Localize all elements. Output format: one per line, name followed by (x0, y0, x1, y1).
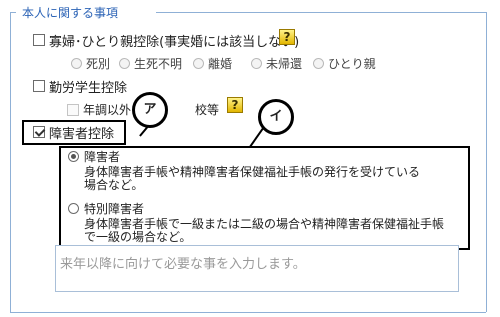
widow-help-icon[interactable]: ? (279, 29, 295, 45)
widow-option-label-1: 生死不明 (134, 57, 183, 71)
disability-deduction-label: 障害者控除 (49, 127, 115, 142)
callout-i-bubble: イ (258, 99, 294, 135)
widow-option-label-4: ひとり親 (328, 57, 376, 71)
disability-option-radio-1[interactable] (68, 203, 79, 214)
callout-a-bubble: ア (132, 92, 168, 128)
disability-option-desc-0-line2: 場合など。 (84, 178, 144, 192)
widow-option-radio-1[interactable] (119, 58, 130, 69)
disability-option-title-0: 障害者 (84, 150, 121, 164)
callout-i-pointer (249, 128, 264, 148)
widow-option-radio-2[interactable] (193, 58, 204, 69)
section-title: 本人に関する事項 (20, 4, 121, 21)
working-student-help-icon[interactable]: ? (227, 97, 243, 113)
disability-deduction-checkbox[interactable] (33, 126, 45, 138)
section-frame-top-right (156, 12, 486, 13)
widow-option-label-0: 死別 (86, 57, 111, 71)
working-student-checkbox[interactable] (33, 80, 45, 92)
working-student-sub-label-end: 校等 (195, 103, 220, 117)
working-student-sub-checkbox[interactable] (67, 104, 79, 116)
section-frame-right (486, 12, 487, 312)
working-student-sub-label-start: 年調以外 (83, 103, 132, 117)
section-frame-bottom (10, 312, 486, 313)
working-student-label: 勤労学生控除 (49, 81, 128, 96)
widow-option-radio-4[interactable] (313, 58, 324, 69)
widow-deduction-label: 寡婦･ひとり親控除(事実婚には該当しない) (49, 35, 300, 50)
widow-option-radio-3[interactable] (251, 58, 262, 69)
disability-option-title-1: 特別障害者 (84, 202, 145, 216)
widow-deduction-checkbox[interactable] (33, 34, 45, 46)
disability-option-desc-1-line2: で一級の場合など。 (84, 230, 192, 244)
widow-option-label-2: 離婚 (208, 57, 233, 71)
memo-textarea[interactable]: 来年以降に向けて必要な事を入力します。 (55, 245, 459, 292)
section-frame-left (10, 12, 11, 312)
widow-option-label-3: 未帰還 (266, 57, 303, 71)
disability-option-radio-0[interactable] (68, 151, 79, 162)
widow-option-radio-0[interactable] (71, 58, 82, 69)
